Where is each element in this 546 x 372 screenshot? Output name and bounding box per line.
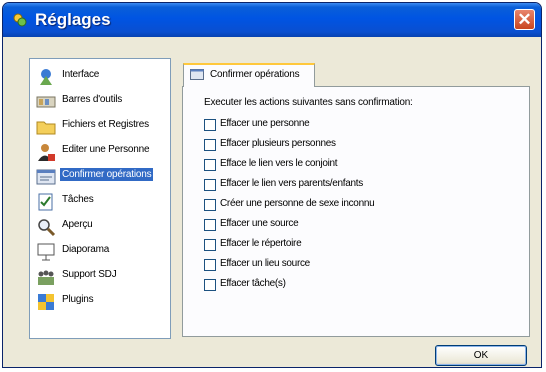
option-delete-multiple-persons[interactable]: Effacer plusieurs personnes [204,138,514,154]
option-label: Effacer un lieu source [220,258,310,269]
sidebar-item-plugins[interactable]: Plugins [34,290,166,312]
option-label: Effacer une source [220,218,299,229]
sidebar-item-support-sdj[interactable]: Support SDJ [34,265,166,287]
sidebar-item-slideshow[interactable]: Diaporama [34,240,166,262]
sidebar-item-edit-person[interactable]: Editer une Personne [34,140,166,162]
option-label: Effacer tâche(s) [220,278,286,289]
sidebar-item-preview[interactable]: Aperçu [34,215,166,237]
checkbox[interactable] [204,139,216,151]
checkbox[interactable] [204,259,216,271]
option-delete-person[interactable]: Effacer une personne [204,118,514,134]
checkbox[interactable] [204,119,216,131]
tab-panel: Executer les actions suivantes sans conf… [182,86,530,337]
sidebar-item-label: Editer une Personne [62,144,150,155]
preview-icon [38,219,56,237]
tab-confirm-operations[interactable]: Confirmer opérations [183,63,315,87]
option-delete-place-source[interactable]: Effacer un lieu source [204,258,514,274]
checkbox[interactable] [204,279,216,291]
checkbox[interactable] [204,199,216,211]
slideshow-icon [37,243,55,261]
settings-window: Réglages ✕ Interface Barres d'outils Fic… [2,2,542,368]
option-label: Efface le lien vers le conjoint [220,158,338,169]
title-bar[interactable]: Réglages ✕ [3,3,541,37]
checkbox[interactable] [204,239,216,251]
confirm-icon [190,69,204,80]
option-delete-tasks[interactable]: Effacer tâche(s) [204,278,514,294]
sidebar-item-files[interactable]: Fichiers et Registres [34,115,166,137]
sidebar-item-label: Tâches [62,194,94,205]
instruction-text: Executer les actions suivantes sans conf… [204,97,413,108]
sidebar-item-tasks[interactable]: Tâches [34,190,166,212]
ok-button-label: OK [473,350,489,361]
option-create-unknown-sex-person[interactable]: Créer une personne de sexe inconnu [204,198,514,214]
sidebar-item-label: Diaporama [62,244,110,255]
option-delete-parent-child-link[interactable]: Effacer le lien vers parents/enfants [204,178,514,194]
option-delete-source[interactable]: Effacer une source [204,218,514,234]
tasks-icon [38,193,53,211]
settings-category-list: Interface Barres d'outils Fichiers et Re… [29,58,171,339]
sidebar-item-label: Support SDJ [62,269,117,280]
plugins-icon [38,294,54,310]
checkbox[interactable] [204,159,216,171]
option-label: Effacer une personne [220,118,310,129]
option-label: Créer une personne de sexe inconnu [220,198,375,209]
option-label: Effacer le lien vers parents/enfants [220,178,363,189]
close-button[interactable]: ✕ [514,9,535,30]
window-title: Réglages [35,10,111,29]
sidebar-item-label: Confirmer opérations [60,168,154,181]
sidebar-item-label: Interface [62,69,100,80]
sidebar-item-toolbars[interactable]: Barres d'outils [34,90,166,112]
sidebar-item-label: Plugins [62,294,94,305]
close-icon: ✕ [517,10,532,29]
ok-button[interactable]: OK [435,345,527,366]
confirm-icon [36,169,56,185]
sidebar-item-label: Aperçu [62,219,93,230]
person-icon [38,144,55,161]
sidebar-item-label: Barres d'outils [62,94,123,105]
app-icon [13,13,27,27]
checkbox[interactable] [204,219,216,231]
option-delete-spouse-link[interactable]: Efface le lien vers le conjoint [204,158,514,174]
sidebar-item-interface[interactable]: Interface [34,65,166,87]
folder-icon [36,121,56,135]
support-icon [38,270,54,285]
tab-label: Confirmer opérations [210,69,300,80]
checkbox[interactable] [204,179,216,191]
interface-icon [40,69,52,85]
sidebar-item-confirm-operations[interactable]: Confirmer opérations [34,165,166,187]
option-label: Effacer le répertoire [220,238,302,249]
toolbar-icon [36,96,56,108]
option-delete-repository[interactable]: Effacer le répertoire [204,238,514,254]
sidebar-item-label: Fichiers et Registres [62,119,149,130]
option-label: Effacer plusieurs personnes [220,138,336,149]
